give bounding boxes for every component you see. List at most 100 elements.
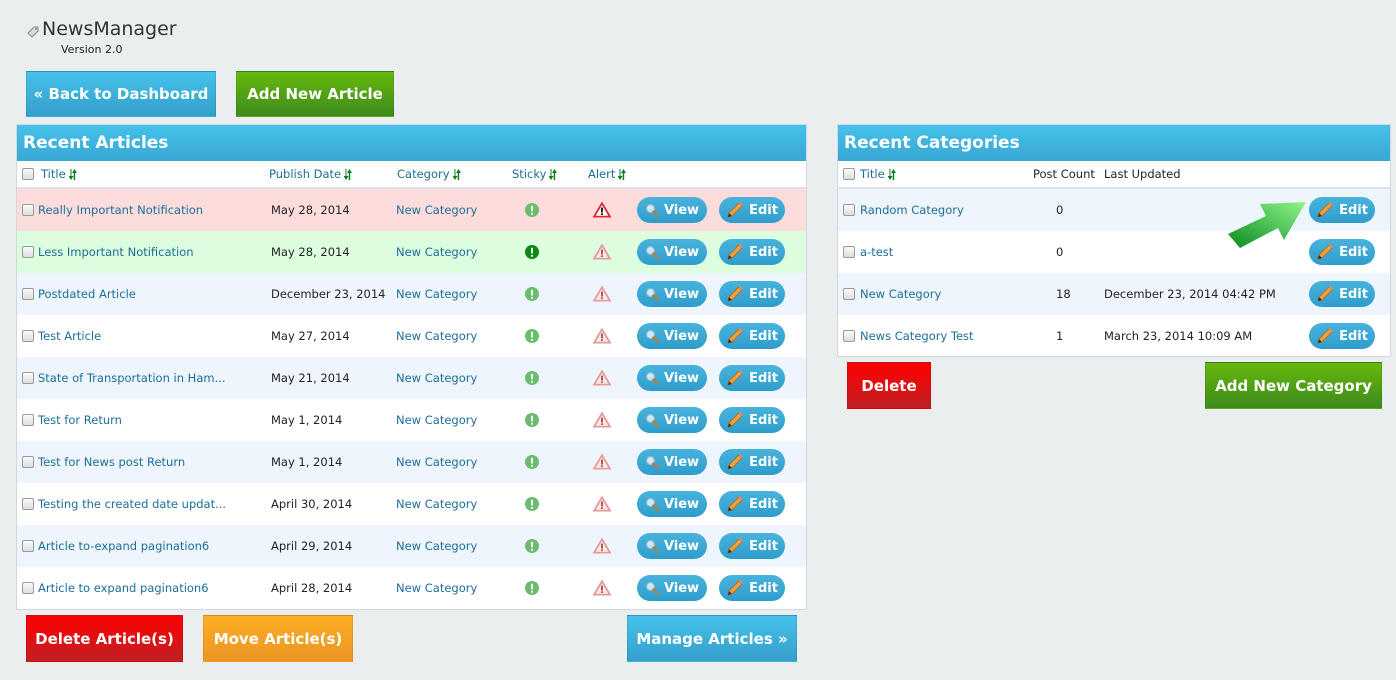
alert-off-icon[interactable] [592, 411, 612, 431]
delete-categories-button[interactable]: Delete [847, 362, 931, 409]
sticky-off-icon[interactable] [525, 287, 539, 304]
edit-article-button[interactable]: Edit [719, 407, 785, 433]
view-article-button[interactable]: View [637, 239, 707, 265]
article-checkbox[interactable] [22, 498, 34, 510]
edit-article-button[interactable]: Edit [719, 491, 785, 517]
back-to-dashboard-button[interactable]: « Back to Dashboard [26, 71, 216, 117]
sort-icon[interactable] [452, 169, 461, 180]
edit-article-button[interactable]: Edit [719, 533, 785, 559]
article-title-link[interactable]: Test for Return [38, 413, 122, 427]
article-title-link[interactable]: Test for News post Return [38, 455, 185, 469]
sort-icon[interactable] [549, 169, 558, 180]
add-new-category-button[interactable]: Add New Category [1205, 362, 1382, 409]
edit-article-button[interactable]: Edit [719, 323, 785, 349]
article-title-link[interactable]: Testing the created date updat... [38, 497, 226, 511]
alert-off-icon[interactable] [592, 579, 612, 599]
article-category-link[interactable]: New Category [396, 329, 477, 343]
column-publish-date[interactable]: Publish Date [269, 167, 353, 181]
add-new-article-button[interactable]: Add New Article [236, 71, 394, 117]
article-category-link[interactable]: New Category [396, 203, 477, 217]
sticky-on-icon[interactable] [525, 245, 539, 262]
article-title-link[interactable]: Article to expand pagination6 [38, 581, 209, 595]
sticky-off-icon[interactable] [525, 413, 539, 430]
sticky-off-icon[interactable] [525, 455, 539, 472]
alert-off-icon[interactable] [592, 453, 612, 473]
column-title[interactable]: Title [860, 167, 896, 181]
alert-off-icon[interactable] [592, 369, 612, 389]
alert-off-icon[interactable] [592, 537, 612, 557]
move-articles-button[interactable]: Move Article(s) [203, 615, 353, 662]
article-title-link[interactable]: Postdated Article [38, 287, 136, 301]
edit-category-button[interactable]: Edit [1309, 281, 1375, 307]
sort-icon[interactable] [618, 169, 627, 180]
category-checkbox[interactable] [843, 246, 855, 258]
column-alert[interactable]: Alert [588, 167, 627, 181]
view-article-button[interactable]: View [637, 449, 707, 475]
edit-article-button[interactable]: Edit [719, 197, 785, 223]
sticky-off-icon[interactable] [525, 497, 539, 514]
article-checkbox[interactable] [22, 246, 34, 258]
view-article-button[interactable]: View [637, 533, 707, 559]
article-category-link[interactable]: New Category [396, 413, 477, 427]
view-article-button[interactable]: View [637, 323, 707, 349]
view-article-button[interactable]: View [637, 491, 707, 517]
category-checkbox[interactable] [843, 288, 855, 300]
edit-category-button[interactable]: Edit [1309, 239, 1375, 265]
article-checkbox[interactable] [22, 330, 34, 342]
view-article-button[interactable]: View [637, 281, 707, 307]
category-title-link[interactable]: a-test [860, 245, 893, 259]
view-article-button[interactable]: View [637, 197, 707, 223]
edit-category-button[interactable]: Edit [1309, 197, 1375, 223]
sticky-off-icon[interactable] [525, 539, 539, 556]
category-title-link[interactable]: Random Category [860, 203, 964, 217]
category-title-link[interactable]: News Category Test [860, 329, 974, 343]
edit-article-button[interactable]: Edit [719, 449, 785, 475]
article-title-link[interactable]: Less Important Notification [38, 245, 194, 259]
column-category[interactable]: Category [397, 167, 461, 181]
column-title[interactable]: Title [41, 167, 77, 181]
edit-article-button[interactable]: Edit [719, 575, 785, 601]
sort-icon[interactable] [68, 169, 77, 180]
edit-category-button[interactable]: Edit [1309, 323, 1375, 349]
edit-article-button[interactable]: Edit [719, 281, 785, 307]
sticky-off-icon[interactable] [525, 203, 539, 220]
column-sticky[interactable]: Sticky [512, 167, 558, 181]
manage-articles-button[interactable]: Manage Articles » [627, 615, 797, 662]
article-title-link[interactable]: State of Transportation in Ham... [38, 371, 226, 385]
edit-article-button[interactable]: Edit [719, 365, 785, 391]
sticky-off-icon[interactable] [525, 371, 539, 388]
view-article-button[interactable]: View [637, 407, 707, 433]
alert-off-icon[interactable] [592, 243, 612, 263]
view-article-button[interactable]: View [637, 575, 707, 601]
sticky-off-icon[interactable] [525, 581, 539, 598]
article-category-link[interactable]: New Category [396, 581, 477, 595]
article-checkbox[interactable] [22, 414, 34, 426]
article-checkbox[interactable] [22, 372, 34, 384]
article-title-link[interactable]: Test Article [38, 329, 101, 343]
select-all-articles-checkbox[interactable] [22, 168, 34, 180]
article-category-link[interactable]: New Category [396, 497, 477, 511]
sort-icon[interactable] [344, 169, 353, 180]
alert-on-icon[interactable] [592, 201, 612, 221]
article-checkbox[interactable] [22, 582, 34, 594]
article-category-link[interactable]: New Category [396, 539, 477, 553]
category-checkbox[interactable] [843, 330, 855, 342]
article-category-link[interactable]: New Category [396, 287, 477, 301]
category-checkbox[interactable] [843, 204, 855, 216]
alert-off-icon[interactable] [592, 495, 612, 515]
delete-articles-button[interactable]: Delete Article(s) [26, 615, 183, 662]
article-category-link[interactable]: New Category [396, 371, 477, 385]
article-checkbox[interactable] [22, 288, 34, 300]
article-title-link[interactable]: Really Important Notification [38, 203, 203, 217]
sticky-off-icon[interactable] [525, 329, 539, 346]
edit-article-button[interactable]: Edit [719, 239, 785, 265]
article-category-link[interactable]: New Category [396, 455, 477, 469]
article-checkbox[interactable] [22, 540, 34, 552]
article-checkbox[interactable] [22, 204, 34, 216]
sort-icon[interactable] [887, 169, 896, 180]
view-article-button[interactable]: View [637, 365, 707, 391]
alert-off-icon[interactable] [592, 327, 612, 347]
article-title-link[interactable]: Article to-expand pagination6 [38, 539, 209, 553]
article-category-link[interactable]: New Category [396, 245, 477, 259]
alert-off-icon[interactable] [592, 285, 612, 305]
